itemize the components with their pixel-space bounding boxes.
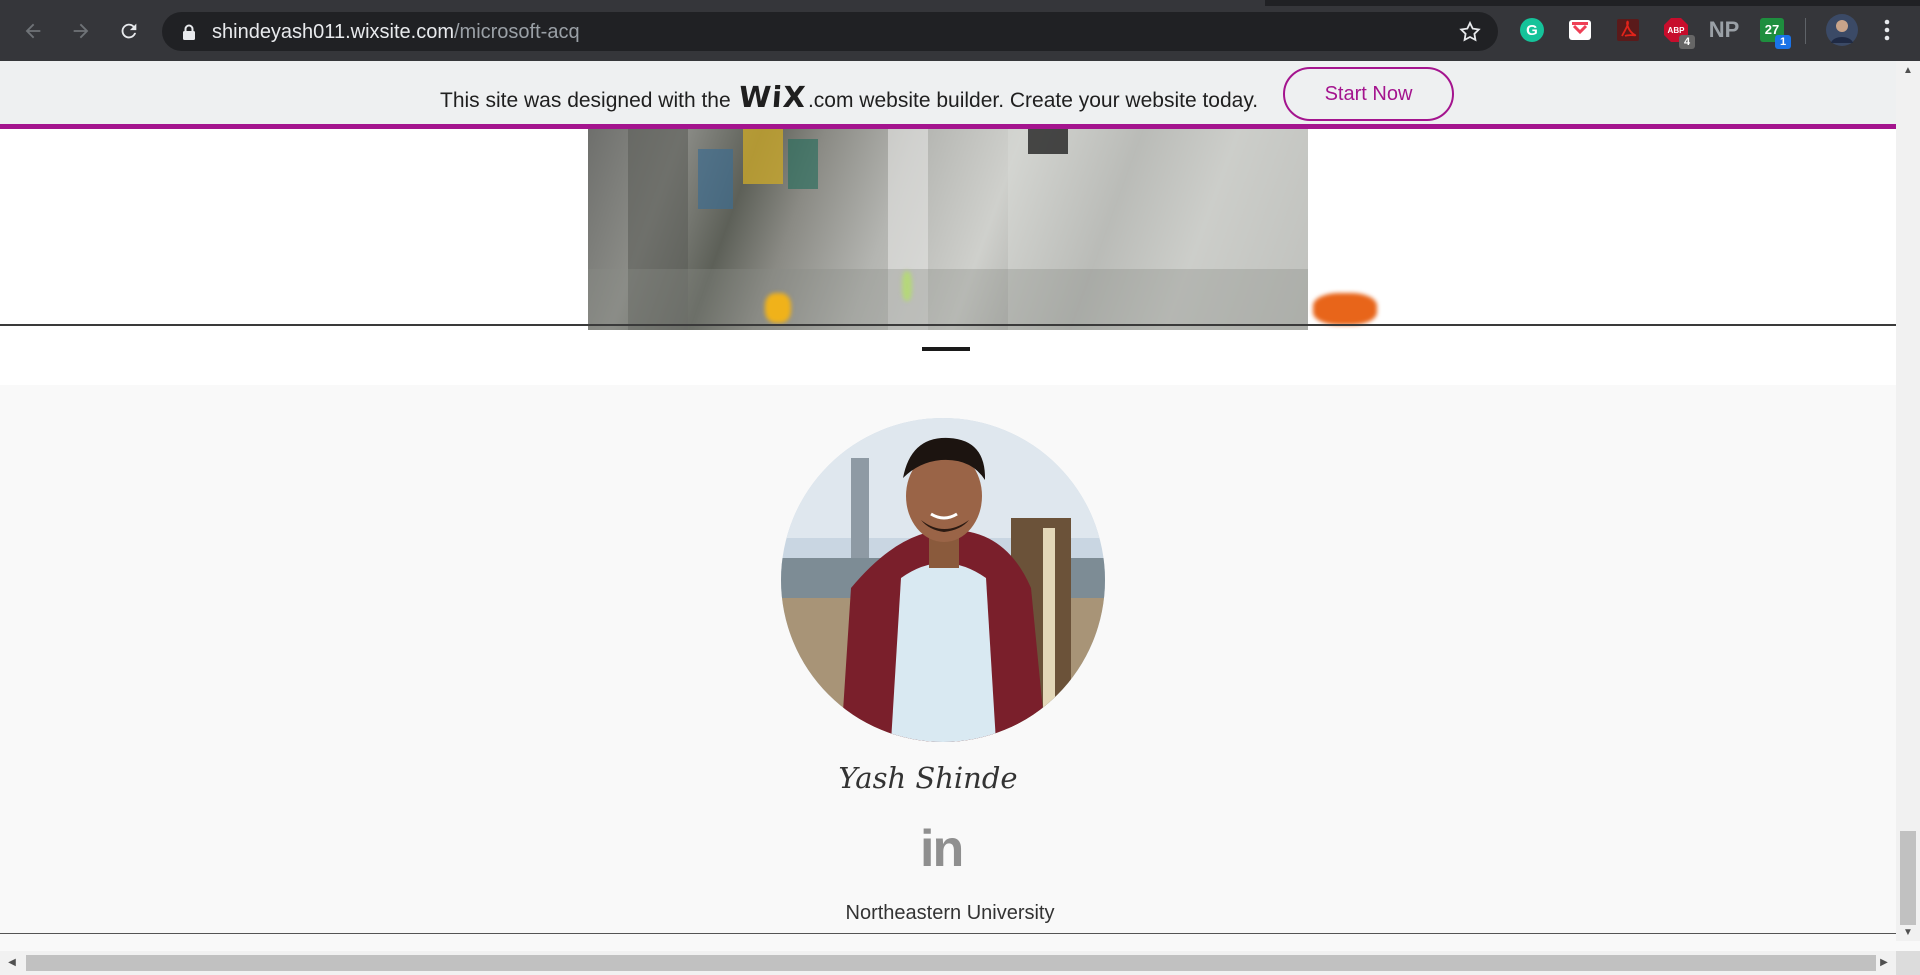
adblock-badge: 4: [1679, 35, 1695, 49]
forward-arrow-icon: [73, 23, 89, 39]
scroll-up-arrow-icon[interactable]: ▲: [1902, 65, 1914, 77]
pocket-icon[interactable]: [1566, 16, 1594, 44]
accent-bar: [922, 347, 970, 351]
tab-strip: [0, 0, 1920, 6]
scroll-right-arrow-icon[interactable]: ▶: [1878, 957, 1890, 969]
wix-promo-banner: This site was designed with the WiX .com…: [0, 61, 1896, 129]
horizontal-scroll-thumb[interactable]: [26, 955, 1876, 971]
lock-icon: [183, 24, 195, 40]
building-photo: [588, 129, 1308, 330]
adblock-icon[interactable]: ABP 4: [1662, 16, 1695, 49]
reload-icon: [121, 23, 137, 39]
section-divider: [0, 324, 1896, 326]
url-text: shindeyash011.wixsite.com/microsoft-acq: [212, 21, 580, 44]
banner-text-before: This site was designed with the: [440, 89, 731, 112]
banner-text-after: .com website builder. Create your websit…: [807, 89, 1259, 112]
decorative-shape: [1313, 293, 1377, 325]
horizontal-scrollbar[interactable]: ◀ ▶: [0, 951, 1896, 975]
toolbar-separator: [1805, 18, 1806, 44]
address-bar[interactable]: shindeyash011.wixsite.com/microsoft-acq: [162, 12, 1498, 51]
footer-divider: [0, 933, 1896, 934]
grammarly-icon[interactable]: G: [1518, 16, 1546, 44]
browser-toolbar: shindeyash011.wixsite.com/microsoft-acq …: [0, 0, 1920, 61]
back-button[interactable]: [15, 13, 51, 49]
profile-photo: [781, 418, 1105, 742]
np-icon[interactable]: NP: [1708, 16, 1740, 44]
scroll-down-arrow-icon[interactable]: ▼: [1902, 927, 1914, 939]
wix-logo: WiX: [737, 80, 808, 114]
svg-text:G: G: [1526, 22, 1538, 39]
svg-text:ABP: ABP: [1668, 26, 1686, 35]
person-name: Yash Shinde: [838, 761, 1018, 795]
bookmark-star-icon[interactable]: [1458, 20, 1482, 44]
scrollbar-corner: [1896, 951, 1920, 975]
wix-banner-text: This site was designed with the WiX .com…: [440, 80, 1258, 114]
kebab-menu-icon[interactable]: [1873, 16, 1901, 44]
start-now-button[interactable]: Start Now: [1283, 67, 1454, 121]
scroll-left-arrow-icon[interactable]: ◀: [6, 957, 18, 969]
calendar-badge: 1: [1775, 35, 1791, 49]
np-label: NP: [1708, 17, 1740, 42]
active-tab[interactable]: [0, 0, 1265, 6]
acrobat-icon[interactable]: [1614, 16, 1642, 44]
back-arrow-icon: [25, 23, 41, 39]
linkedin-icon[interactable]: in: [920, 823, 968, 875]
vertical-scroll-thumb[interactable]: [1900, 831, 1916, 925]
forward-button[interactable]: [63, 13, 99, 49]
page-viewport: This site was designed with the WiX .com…: [0, 61, 1896, 941]
decorative-shape: [765, 293, 791, 323]
vertical-scrollbar[interactable]: ▲ ▼: [1896, 61, 1920, 941]
profile-avatar-icon[interactable]: [1825, 13, 1859, 47]
decorative-shape: [902, 271, 912, 301]
reload-button[interactable]: [111, 13, 147, 49]
calendar-ext-icon[interactable]: 27 1: [1758, 16, 1791, 49]
url-path: /microsoft-acq: [453, 21, 580, 43]
url-domain: shindeyash011.wixsite.com: [212, 21, 454, 43]
school-text: Northeastern University: [845, 902, 1055, 924]
